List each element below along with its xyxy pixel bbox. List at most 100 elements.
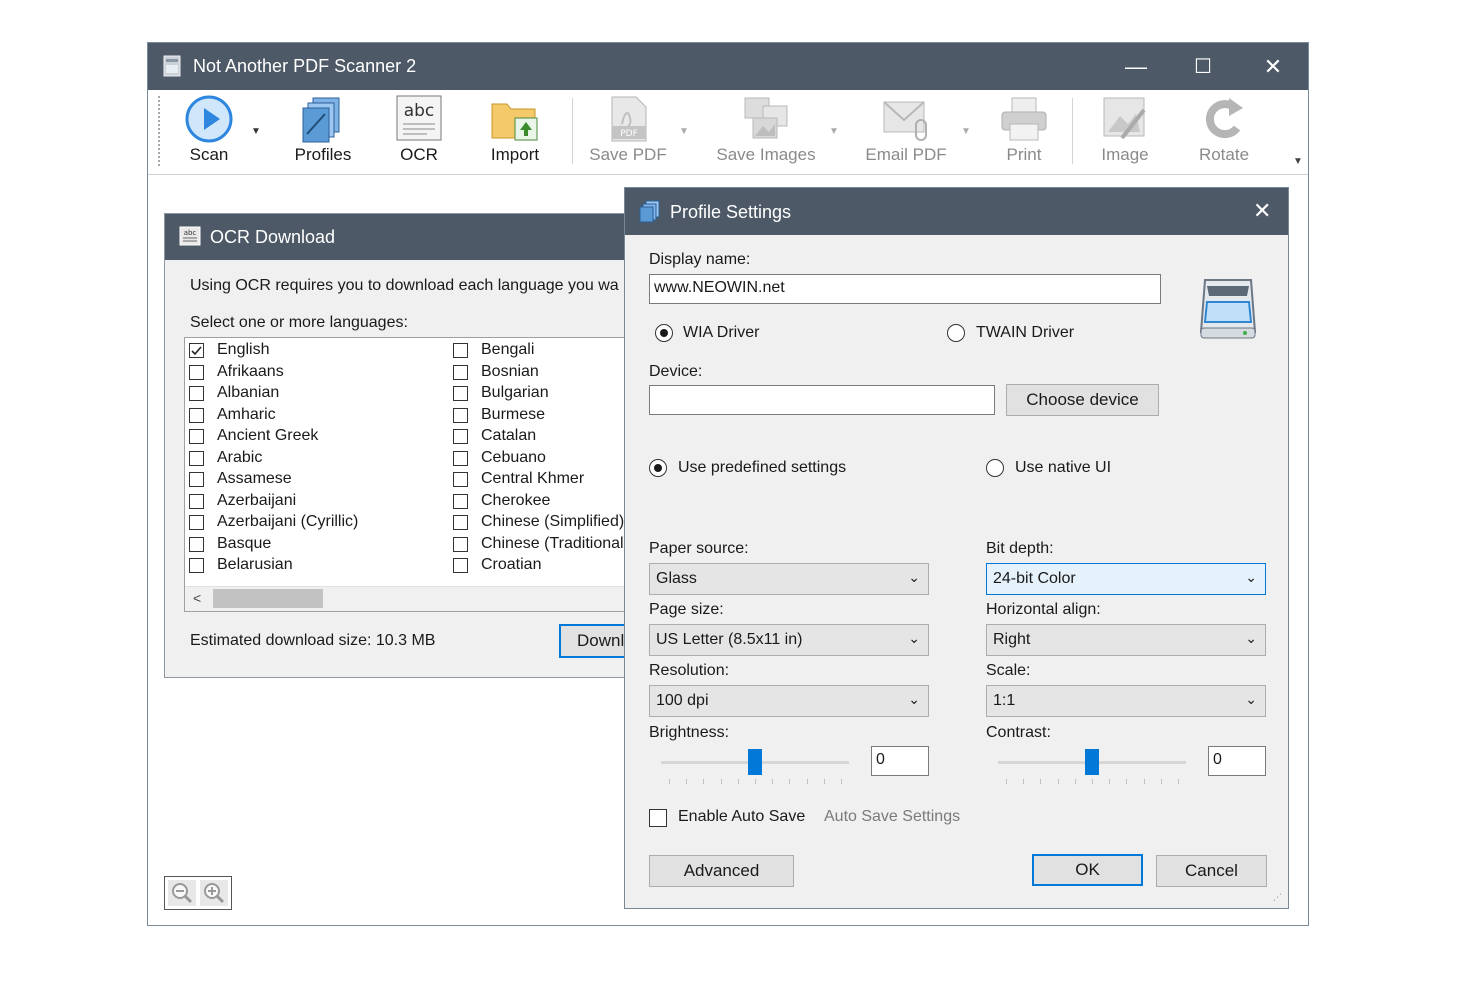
scan-button[interactable]: Scan	[170, 90, 248, 174]
image-button[interactable]: Image	[1084, 90, 1166, 174]
checkbox[interactable]	[453, 364, 468, 380]
twain-driver-radio[interactable]	[947, 324, 965, 342]
checkbox[interactable]	[453, 407, 468, 423]
close-button[interactable]: ✕	[1240, 43, 1306, 90]
resolution-label: Resolution:	[649, 662, 730, 679]
twain-driver-label[interactable]: TWAIN Driver	[976, 324, 1074, 342]
ocr-titlebar[interactable]: abc OCR Download	[165, 214, 633, 260]
paper-source-value: Glass	[656, 570, 697, 587]
device-input[interactable]	[649, 385, 995, 415]
paper-source-select[interactable]: Glass ⌄	[649, 563, 929, 595]
contrast-slider-thumb[interactable]	[1085, 749, 1099, 775]
horizontal-scrollbar[interactable]: <	[185, 586, 633, 611]
checkbox[interactable]	[189, 450, 204, 466]
save-images-dropdown-arrow[interactable]: ▼	[829, 126, 839, 137]
scan-dropdown-arrow[interactable]: ▼	[251, 126, 261, 137]
scale-select[interactable]: 1:1 ⌄	[986, 685, 1266, 717]
slider-tick	[703, 779, 705, 784]
checkbox[interactable]	[189, 493, 204, 509]
resize-grip-icon[interactable]: ⋰	[1273, 892, 1282, 903]
checkbox[interactable]	[189, 536, 204, 552]
checkbox[interactable]	[189, 558, 204, 573]
checkbox[interactable]	[189, 407, 204, 423]
email-pdf-button[interactable]: Email PDF	[856, 90, 956, 174]
ocr-button[interactable]: abc OCR	[383, 90, 455, 174]
rotate-icon	[1205, 98, 1243, 139]
slider-tick	[823, 779, 825, 784]
enable-auto-save-label[interactable]: Enable Auto Save	[678, 808, 805, 826]
auto-save-settings-link[interactable]: Auto Save Settings	[824, 808, 960, 826]
download-button[interactable]: Downl	[559, 624, 633, 658]
scroll-left-icon[interactable]: <	[193, 590, 201, 606]
ocr-dialog-title: OCR Download	[210, 227, 336, 247]
zoom-in-icon[interactable]	[200, 880, 228, 906]
checkbox[interactable]	[189, 515, 204, 530]
checkbox[interactable]	[189, 386, 204, 401]
checkbox[interactable]	[453, 558, 468, 573]
save-images-button[interactable]: Save Images	[706, 90, 826, 174]
checkbox[interactable]	[453, 429, 468, 444]
toolbar-overflow-icon[interactable]: ▼	[1293, 156, 1303, 167]
slider-tick	[1143, 779, 1145, 784]
profile-dialog-title: Profile Settings	[670, 202, 792, 222]
slider-tick	[806, 779, 808, 784]
ok-button[interactable]: OK	[1032, 854, 1143, 886]
contrast-label: Contrast:	[986, 724, 1051, 741]
brightness-input[interactable]: 0	[871, 746, 929, 776]
language-list[interactable]: English Afrikaans Albanian Amharic Ancient G…	[184, 337, 633, 612]
checkbox[interactable]	[453, 536, 468, 552]
email-pdf-dropdown-arrow[interactable]: ▼	[961, 126, 971, 137]
checkbox[interactable]	[453, 515, 468, 530]
contrast-input[interactable]: 0	[1208, 746, 1266, 776]
zoom-out-icon[interactable]	[168, 880, 196, 906]
horizontal-align-select[interactable]: Right ⌄	[986, 624, 1266, 656]
wia-driver-label[interactable]: WIA Driver	[683, 324, 759, 342]
page-size-select[interactable]: US Letter (8.5x11 in) ⌄	[649, 624, 929, 656]
checkbox[interactable]	[189, 429, 204, 444]
use-native-ui-radio[interactable]	[986, 459, 1004, 477]
use-predefined-label[interactable]: Use predefined settings	[678, 459, 846, 477]
display-name-input[interactable]: www.NEOWIN.net	[649, 274, 1161, 304]
main-titlebar[interactable]: Not Another PDF Scanner 2 — ☐ ✕	[148, 43, 1308, 90]
minimize-button[interactable]: —	[1103, 43, 1169, 90]
resolution-select[interactable]: 100 dpi ⌄	[649, 685, 929, 717]
profiles-button[interactable]: Profiles	[283, 90, 363, 174]
slider-tick	[1057, 779, 1059, 784]
import-button[interactable]: Import	[474, 90, 556, 174]
use-predefined-radio[interactable]	[649, 459, 667, 477]
toolbar-grip[interactable]	[158, 96, 162, 166]
checkbox[interactable]	[453, 493, 468, 509]
checkbox[interactable]	[189, 472, 204, 487]
use-native-ui-label[interactable]: Use native UI	[1015, 459, 1111, 477]
save-pdf-label: Save PDF	[589, 145, 667, 164]
language-name: Amharic	[217, 405, 276, 423]
bit-depth-select[interactable]: 24-bit Color ⌄	[986, 563, 1266, 595]
profile-titlebar[interactable]: Profile Settings ✕	[625, 188, 1288, 235]
advanced-button[interactable]: Advanced	[649, 855, 794, 887]
profile-close-button[interactable]: ✕	[1253, 198, 1271, 224]
checkbox[interactable]	[453, 472, 468, 487]
checkbox-checked[interactable]	[189, 343, 204, 358]
rotate-label: Rotate	[1198, 145, 1250, 164]
language-name: Cebuano	[481, 448, 546, 466]
rotate-button[interactable]: Rotate	[1184, 90, 1264, 174]
save-pdf-dropdown-arrow[interactable]: ▼	[679, 126, 689, 137]
checkbox[interactable]	[453, 343, 468, 358]
cancel-button[interactable]: Cancel	[1156, 855, 1267, 887]
language-name: Bengali	[481, 341, 535, 358]
scale-label: Scale:	[986, 662, 1031, 679]
wia-driver-radio[interactable]	[655, 324, 673, 342]
import-label: Import	[490, 145, 540, 164]
enable-auto-save-checkbox[interactable]	[649, 809, 667, 827]
brightness-slider-thumb[interactable]	[748, 749, 762, 775]
chevron-down-icon: ⌄	[908, 630, 920, 646]
checkbox[interactable]	[453, 450, 468, 466]
save-pdf-button[interactable]: PDF Save PDF	[584, 90, 672, 174]
choose-device-button[interactable]: Choose device	[1006, 384, 1159, 416]
checkbox[interactable]	[189, 364, 204, 380]
print-button[interactable]: Print	[986, 90, 1062, 174]
checkbox[interactable]	[453, 386, 468, 401]
language-name: Bosnian	[481, 362, 539, 380]
scrollbar-thumb[interactable]	[213, 589, 323, 608]
maximize-button[interactable]: ☐	[1170, 43, 1236, 90]
